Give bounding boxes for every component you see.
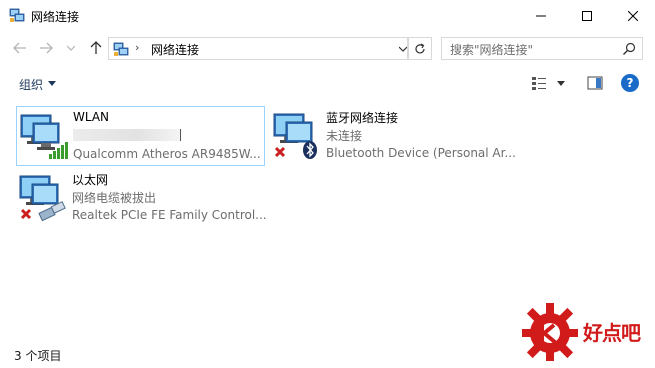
recent-locations-button[interactable] — [62, 39, 80, 57]
preview-pane-icon[interactable] — [587, 75, 603, 91]
connection-device: Bluetooth Device (Personal Ar... — [326, 146, 516, 160]
connection-name: 蓝牙网络连接 — [326, 111, 399, 125]
help-button[interactable]: ? — [621, 74, 639, 92]
connection-name: WLAN — [73, 110, 110, 124]
connection-device: Qualcomm Atheros AR9485W... — [73, 147, 261, 161]
redacted-network-name — [73, 129, 181, 141]
change-view-icon[interactable] — [531, 75, 547, 91]
network-connections-icon — [113, 42, 129, 56]
connection-name: 以太网 — [72, 173, 109, 187]
list-item-ethernet[interactable]: 以太网 网络电缆被拔出 Realtek PCIe FE Family Contr… — [16, 168, 267, 228]
chevron-down-icon — [399, 46, 407, 52]
minimize-icon — [536, 15, 546, 16]
back-button[interactable] — [11, 39, 29, 57]
close-icon — [628, 10, 638, 21]
connection-device: Realtek PCIe FE Family Control... — [72, 208, 267, 222]
list-item-wlan[interactable]: WLAN Qualcomm Atheros AR9485W... — [16, 106, 265, 166]
watermark-text: 好点吧 — [583, 321, 641, 345]
chevron-down-icon — [67, 45, 75, 51]
command-bar: 组织 ? — [0, 66, 655, 99]
minimize-button[interactable] — [518, 0, 564, 31]
up-button[interactable] — [87, 39, 105, 57]
search-input[interactable]: 搜索"网络连接" — [441, 37, 643, 60]
view-options-caret-icon[interactable] — [557, 81, 565, 86]
title-bar: 网络连接 — [0, 0, 655, 31]
search-icon — [623, 42, 636, 55]
forward-button[interactable] — [37, 39, 55, 57]
close-button[interactable] — [610, 0, 655, 31]
maximize-icon — [582, 10, 592, 21]
breadcrumb-separator-icon[interactable]: › — [135, 41, 139, 54]
breadcrumb-network-connections[interactable]: 网络连接 — [151, 41, 199, 58]
item-count: 3 个项目 — [14, 349, 62, 363]
list-item-bluetooth[interactable]: 蓝牙网络连接 未连接 Bluetooth Device (Personal Ar… — [270, 106, 520, 166]
network-connections-icon — [9, 8, 25, 22]
watermark-logo: 好点吧 — [522, 297, 655, 361]
wifi-adapter-icon — [20, 114, 68, 159]
address-bar: › 网络连接 搜索"网络连接" — [0, 31, 655, 65]
search-placeholder: 搜索"网络连接" — [450, 43, 534, 57]
window-title: 网络连接 — [31, 10, 80, 24]
refresh-button[interactable] — [408, 37, 432, 60]
connection-status: 网络电缆被拔出 — [72, 191, 157, 205]
refresh-icon — [415, 42, 425, 53]
maximize-button[interactable] — [564, 0, 610, 31]
ethernet-adapter-icon — [19, 175, 66, 222]
arrow-up-icon — [90, 41, 102, 54]
organize-menu[interactable]: 组织 — [19, 76, 43, 93]
arrow-right-icon — [40, 42, 53, 54]
bluetooth-adapter-icon — [273, 113, 317, 159]
arrow-left-icon — [13, 42, 26, 54]
gear-icon — [522, 303, 578, 361]
connection-status: 未连接 — [326, 129, 363, 143]
address-path[interactable]: › 网络连接 — [108, 37, 408, 60]
organize-caret-icon[interactable] — [48, 81, 56, 86]
